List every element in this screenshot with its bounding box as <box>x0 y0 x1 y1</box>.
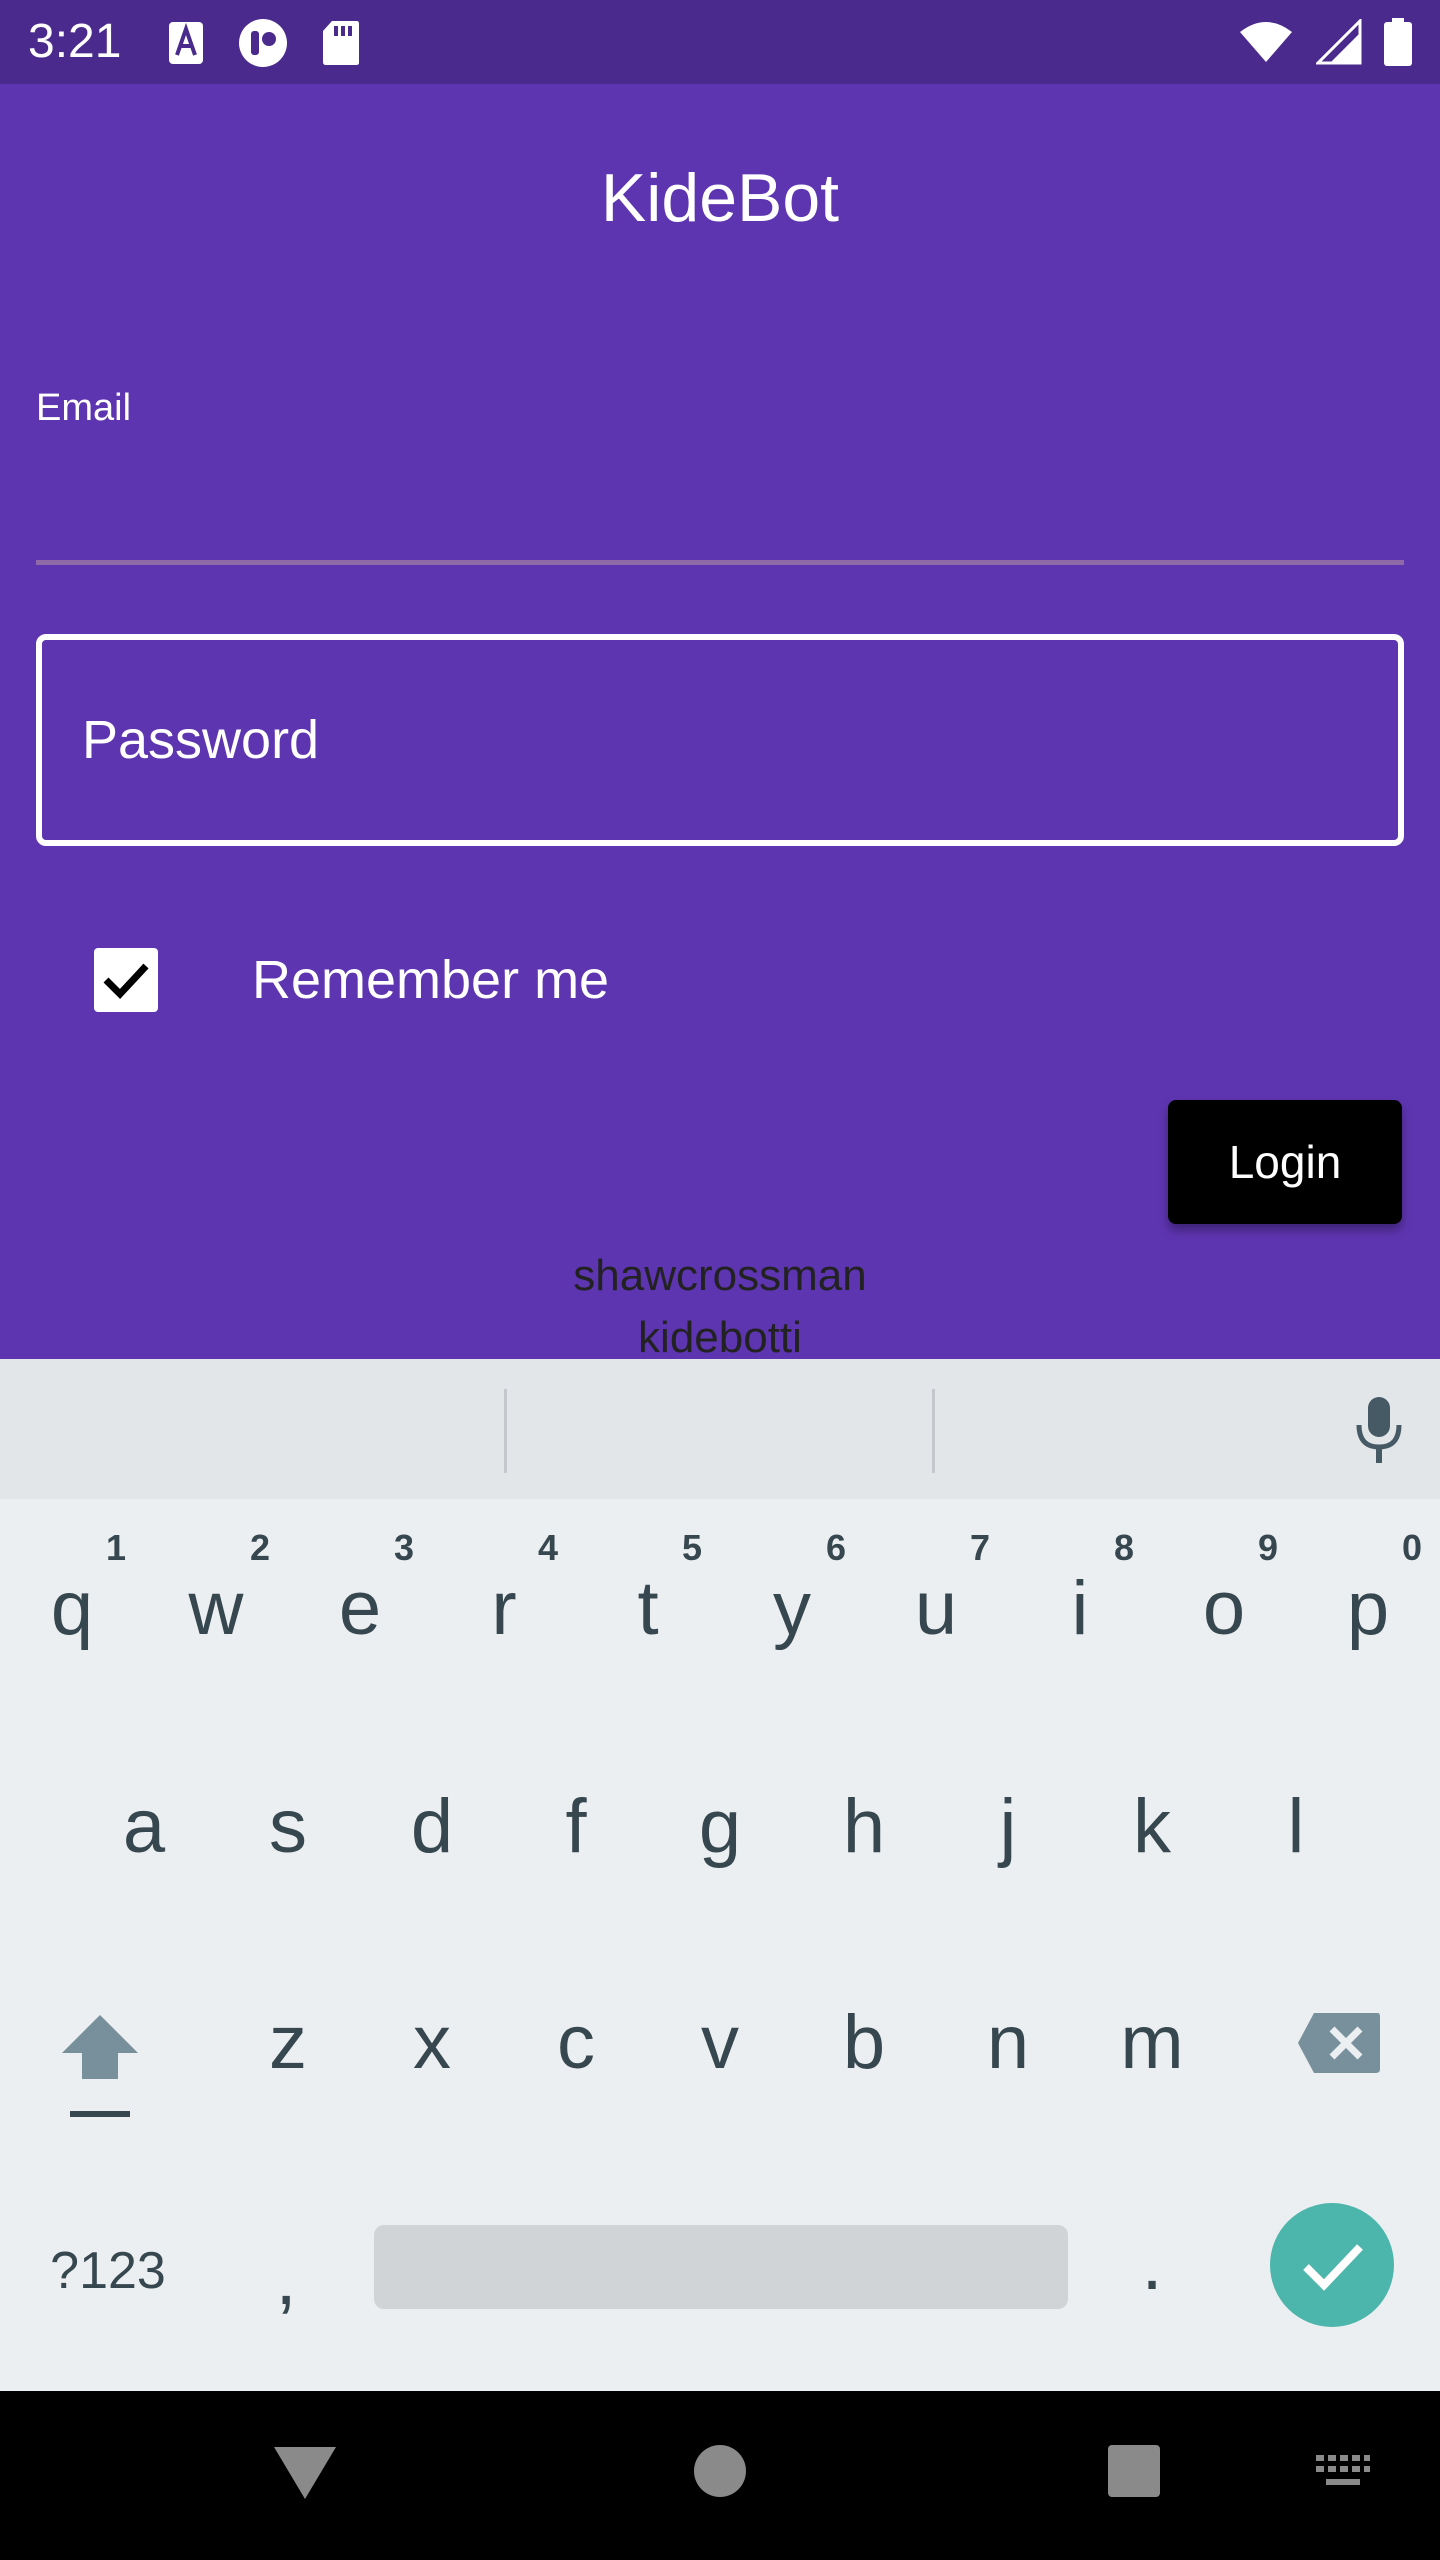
comma-key[interactable]: , <box>246 2229 326 2329</box>
key-hint-5: 5 <box>682 1527 703 1568</box>
key-y[interactable]: y <box>742 1559 842 1659</box>
key-hint-8: 8 <box>1114 1527 1135 1568</box>
login-button[interactable]: Login <box>1168 1100 1402 1224</box>
key-z[interactable]: z <box>238 1993 338 2093</box>
app-title: KideBot <box>600 160 840 236</box>
app-icon <box>238 18 288 73</box>
font-icon <box>168 21 204 70</box>
key-hint-2: 2 <box>250 1527 271 1568</box>
key-m[interactable]: m <box>1102 1993 1202 2093</box>
key-i[interactable]: i <box>1030 1559 1130 1659</box>
wifi-icon <box>1238 20 1294 69</box>
navigation-bar <box>0 2391 1440 2560</box>
key-l[interactable]: l <box>1246 1777 1346 1877</box>
key-c[interactable]: c <box>526 1993 626 2093</box>
battery-icon <box>1384 18 1412 71</box>
suggestion-divider <box>504 1389 507 1473</box>
status-icons-right <box>1238 17 1412 71</box>
key-hint-9: 9 <box>1258 1527 1279 1568</box>
remember-me-checkbox[interactable] <box>94 948 158 1012</box>
footer-bot-name: kidebotti <box>638 1313 802 1359</box>
key-v[interactable]: v <box>670 1993 770 2093</box>
key-x[interactable]: x <box>382 1993 482 2093</box>
check-icon <box>1303 2244 1363 2291</box>
login-screen: KideBot Email Password Remember me Login… <box>0 84 1440 1359</box>
key-hint-3: 3 <box>394 1527 415 1568</box>
back-icon[interactable] <box>270 2443 340 2508</box>
key-o[interactable]: o <box>1174 1559 1274 1659</box>
status-bar: 3:21 <box>0 0 1440 84</box>
key-w[interactable]: w <box>166 1559 266 1659</box>
key-hint-7: 7 <box>970 1527 991 1568</box>
email-field[interactable] <box>36 444 1404 566</box>
suggestion-bar <box>0 1359 1440 1499</box>
key-u[interactable]: u <box>886 1559 986 1659</box>
key-g[interactable]: g <box>670 1777 770 1877</box>
key-f[interactable]: f <box>526 1777 626 1877</box>
shift-icon[interactable] <box>58 2011 142 2126</box>
symbols-key[interactable]: ?123 <box>28 2241 188 2301</box>
enter-key[interactable] <box>1270 2203 1394 2327</box>
recents-icon[interactable] <box>1106 2443 1162 2504</box>
key-a[interactable]: a <box>94 1777 194 1877</box>
key-e[interactable]: e <box>310 1559 410 1659</box>
keyboard-switch-icon[interactable] <box>1314 2453 1372 2494</box>
status-icons-left <box>168 18 360 73</box>
suggestion-divider <box>932 1389 935 1473</box>
email-underline <box>36 560 1404 565</box>
key-s[interactable]: s <box>238 1777 338 1877</box>
key-n[interactable]: n <box>958 1993 1058 2093</box>
key-h[interactable]: h <box>814 1777 914 1877</box>
key-hint-1: 1 <box>106 1527 127 1568</box>
key-hint-6: 6 <box>826 1527 847 1568</box>
key-hint-0: 0 <box>1402 1527 1423 1568</box>
key-d[interactable]: d <box>382 1777 482 1877</box>
status-time: 3:21 <box>28 15 122 68</box>
period-key[interactable]: . <box>1112 2214 1192 2314</box>
sd-card-icon <box>322 20 360 71</box>
email-label: Email <box>36 387 132 429</box>
footer-username: shawcrossman <box>573 1251 867 1300</box>
backspace-icon[interactable] <box>1296 2011 1382 2080</box>
key-r[interactable]: r <box>454 1559 554 1659</box>
password-field[interactable]: Password <box>36 634 1404 846</box>
key-b[interactable]: b <box>814 1993 914 2093</box>
mic-icon[interactable] <box>1354 1395 1404 1470</box>
password-placeholder: Password <box>82 710 320 770</box>
key-k[interactable]: k <box>1102 1777 1202 1877</box>
remember-me-label[interactable]: Remember me <box>252 948 609 1012</box>
key-hint-4: 4 <box>538 1527 559 1568</box>
space-bar[interactable] <box>374 2225 1068 2309</box>
key-p[interactable]: p <box>1318 1559 1418 1659</box>
cell-signal-icon <box>1314 17 1362 70</box>
key-j[interactable]: j <box>958 1777 1058 1877</box>
key-t[interactable]: t <box>598 1559 698 1659</box>
key-q[interactable]: q <box>22 1559 122 1659</box>
home-icon[interactable] <box>692 2443 748 2504</box>
keyboard: q1w2e3r4t5y6u7i8o9p0 asdfghjkl zxcvbnm ?12… <box>0 1359 1440 2391</box>
checkmark-icon <box>103 963 149 1000</box>
